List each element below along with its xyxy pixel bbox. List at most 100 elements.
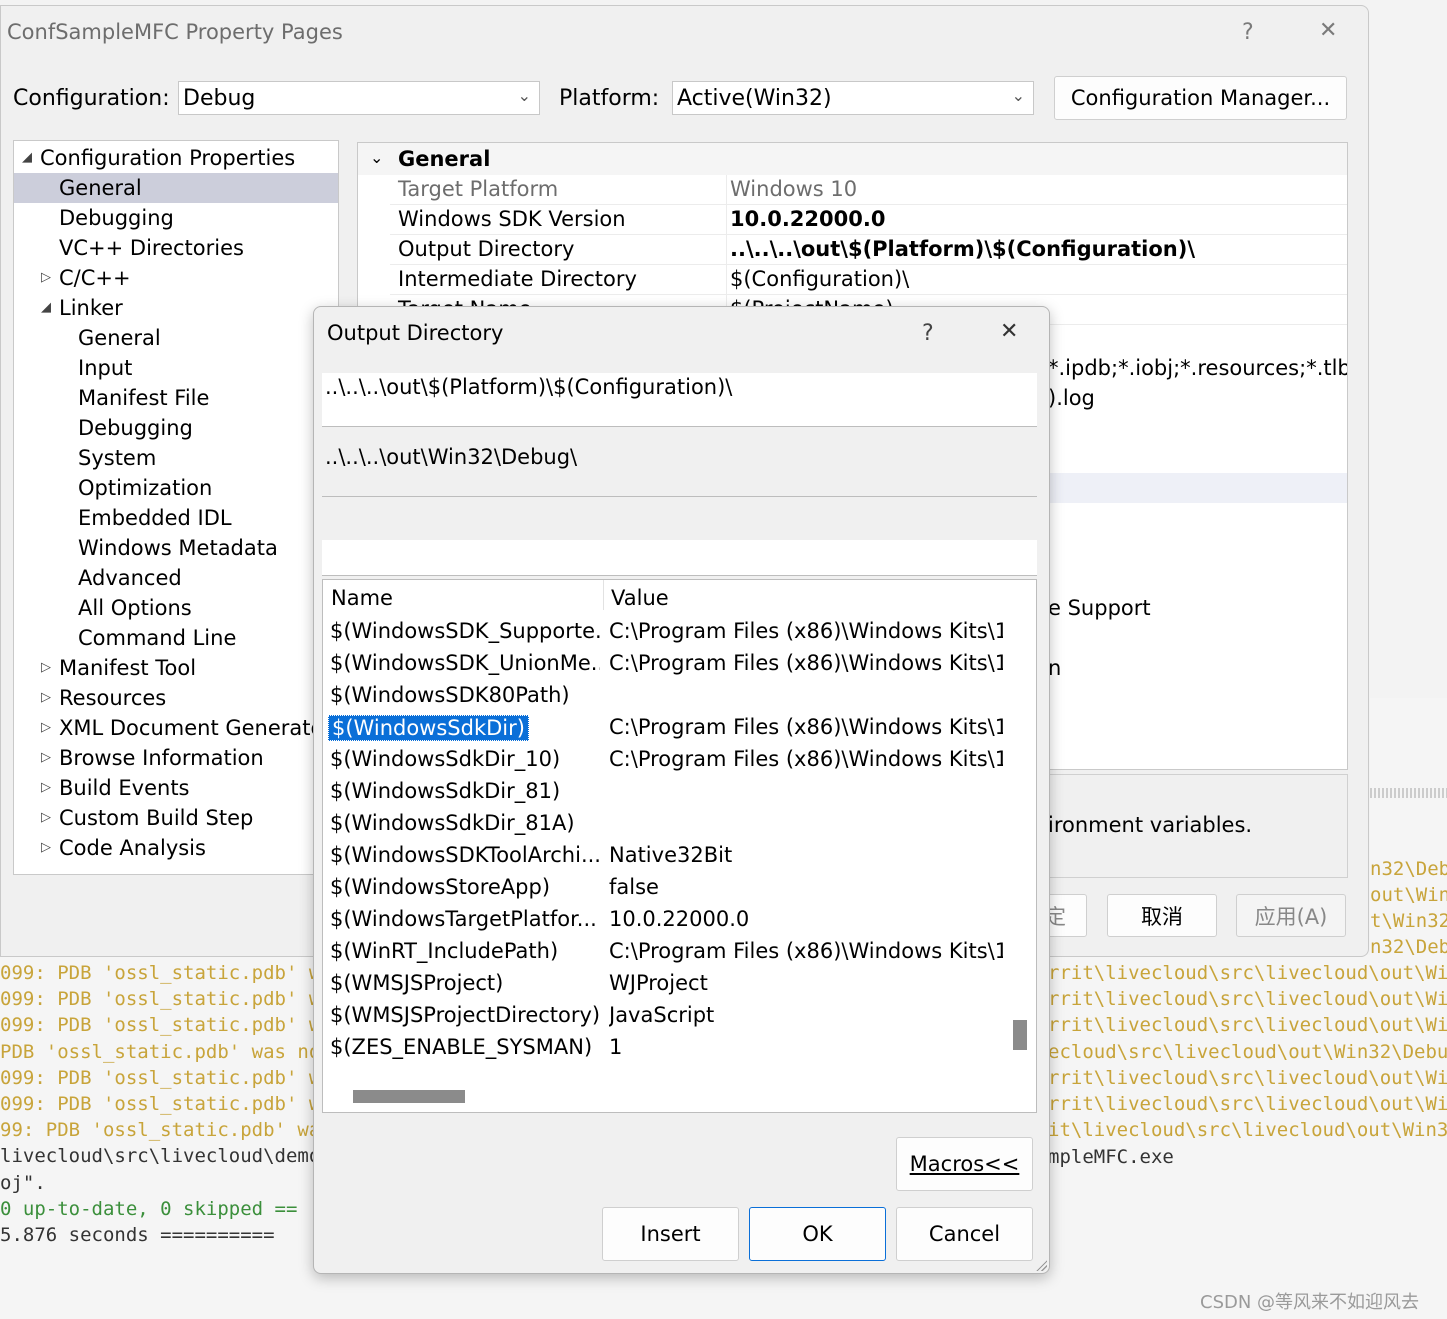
macro-list[interactable]: Name Value $(WindowsSDK_Supporte... C:\Pr… bbox=[322, 579, 1037, 1113]
tree-item-label: Manifest Tool bbox=[59, 656, 197, 680]
tree-item[interactable]: ▷ Resources bbox=[14, 683, 338, 713]
macro-row[interactable]: $(WindowsStoreApp) false bbox=[323, 873, 1003, 905]
tree-item[interactable]: General bbox=[14, 173, 338, 203]
property-tree[interactable]: ◢ Configuration Properties General Debuggin… bbox=[13, 140, 339, 875]
collapsed-arrow-icon[interactable]: ▷ bbox=[41, 653, 51, 683]
property-row[interactable]: Intermediate Directory $(Configuration)\ bbox=[390, 265, 1347, 295]
close-icon[interactable]: ✕ bbox=[1000, 319, 1018, 344]
tree-item[interactable]: ▷ Build Events bbox=[14, 773, 338, 803]
macro-row[interactable]: $(WindowsSdkDir_10) C:\Program Files (x86… bbox=[323, 745, 1003, 777]
property-row[interactable]: Windows SDK Version 10.0.22000.0 bbox=[390, 205, 1347, 235]
macro-row[interactable]: $(WindowsSdkDir_81A) bbox=[323, 809, 1003, 841]
tree-item[interactable]: ▷ Code Analysis bbox=[14, 833, 338, 863]
macro-row[interactable]: $(WMSJSProject) WJProject bbox=[323, 969, 1003, 1001]
output-directory-dialog: Output Directory ? ✕ ..\..\..\out\$(Plat… bbox=[313, 306, 1050, 1274]
cancel-button[interactable]: Cancel bbox=[896, 1207, 1033, 1261]
collapsed-arrow-icon[interactable]: ▷ bbox=[41, 713, 51, 743]
tree-item[interactable]: Windows Metadata bbox=[14, 533, 338, 563]
insert-button[interactable]: Insert bbox=[602, 1207, 739, 1261]
tree-item[interactable]: Optimization bbox=[14, 473, 338, 503]
macro-row[interactable]: $(WMSJSProjectDirectory) JavaScript bbox=[323, 1001, 1003, 1033]
watermark: CSDN @等风来不如迎风去 bbox=[1200, 1292, 1420, 1313]
tree-item[interactable]: Input bbox=[14, 353, 338, 383]
macro-row[interactable]: $(WindowsSDK80Path) bbox=[323, 681, 1003, 713]
grid-section-title: General bbox=[398, 147, 491, 171]
tree-item[interactable]: VC++ Directories bbox=[14, 233, 338, 263]
collapsed-arrow-icon[interactable]: ▷ bbox=[41, 683, 51, 713]
scroll-thumb[interactable] bbox=[353, 1090, 465, 1103]
vertical-scrollbar[interactable] bbox=[1005, 580, 1035, 1112]
cancel-button[interactable]: 取消 bbox=[1107, 894, 1217, 937]
horizontal-scrollbar[interactable] bbox=[323, 1080, 1005, 1112]
macro-row[interactable]: $(ZES_ENABLE_SYSMAN) 1 bbox=[323, 1033, 1003, 1065]
collapsed-arrow-icon[interactable]: ▷ bbox=[41, 803, 51, 833]
expanded-arrow-icon[interactable]: ◢ bbox=[41, 293, 51, 323]
tree-item[interactable]: ▷ Custom Build Step bbox=[14, 803, 338, 833]
macro-row[interactable]: $(WindowsSDK_UnionMe... C:\Program Files … bbox=[323, 649, 1003, 681]
partial-property-value: ).log bbox=[1048, 386, 1095, 410]
configuration-combo[interactable]: Debug ⌄ bbox=[178, 81, 540, 115]
tree-item[interactable]: ▷ XML Document Generato bbox=[14, 713, 338, 743]
ok-button[interactable]: OK bbox=[749, 1207, 886, 1261]
column-header-value[interactable]: Value bbox=[611, 586, 669, 610]
property-name: Windows SDK Version bbox=[398, 207, 626, 231]
log-line: 099: PDB 'ossl_static.pdb' wa bbox=[0, 1014, 332, 1037]
collapsed-arrow-icon[interactable]: ▷ bbox=[41, 263, 51, 293]
tree-item[interactable]: General bbox=[14, 323, 338, 353]
tree-item[interactable]: ◢ Linker bbox=[14, 293, 338, 323]
macro-row[interactable]: $(WindowsSDKToolArchi... Native32Bit bbox=[323, 841, 1003, 873]
macro-name: $(WindowsSdkDir_81A) bbox=[330, 811, 575, 835]
tree-item-label: Build Events bbox=[59, 776, 190, 800]
platform-combo[interactable]: Active(Win32) ⌄ bbox=[672, 81, 1034, 115]
collapsed-arrow-icon[interactable]: ▷ bbox=[41, 833, 51, 863]
macro-row[interactable]: $(WinRT_IncludePath) C:\Program Files (x8… bbox=[323, 937, 1003, 969]
log-line: 099: PDB 'ossl_static.pdb' wa bbox=[0, 1093, 332, 1115]
close-icon[interactable]: ✕ bbox=[1319, 18, 1337, 43]
tree-item-label: Embedded IDL bbox=[78, 506, 232, 530]
property-row[interactable]: Target Platform Windows 10 bbox=[390, 175, 1347, 205]
log-line: PDB 'ossl_static.pdb' was no bbox=[0, 1040, 321, 1063]
tree-item[interactable]: Advanced bbox=[14, 563, 338, 593]
tree-item[interactable]: ▷ Manifest Tool bbox=[14, 653, 338, 683]
log-line: rrit\livecloud\src\livecloud\out\Win3 bbox=[1048, 988, 1447, 1010]
tree-item[interactable]: ▷ Browse Information bbox=[14, 743, 338, 773]
tree-item[interactable]: Manifest File bbox=[14, 383, 338, 413]
configuration-manager-button[interactable]: Configuration Manager... bbox=[1054, 76, 1347, 120]
collapsed-arrow-icon[interactable]: ▷ bbox=[41, 773, 51, 803]
log-line: 099: PDB 'ossl_static.pdb' wa bbox=[0, 988, 332, 1011]
apply-button[interactable]: 应用(A) bbox=[1236, 894, 1346, 937]
collapsed-arrow-icon[interactable]: ▷ bbox=[41, 743, 51, 773]
chevron-down-icon: ⌄ bbox=[370, 148, 384, 167]
tree-item[interactable]: Debugging bbox=[14, 413, 338, 443]
output-directory-edit[interactable]: ..\..\..\out\$(Platform)\$(Configuration… bbox=[322, 373, 1037, 427]
macro-value: WJProject bbox=[609, 971, 708, 995]
macro-name: $(WindowsSdkDir_10) bbox=[330, 747, 561, 771]
resize-grip-icon[interactable] bbox=[1035, 1259, 1047, 1271]
log-line: rrit\livecloud\src\livecloud\out\Win3 bbox=[1048, 1093, 1447, 1115]
column-header-name[interactable]: Name bbox=[331, 586, 393, 610]
macros-toggle-button[interactable]: Macros<< bbox=[896, 1137, 1033, 1191]
help-icon[interactable]: ? bbox=[922, 321, 934, 346]
macro-row[interactable]: $(WindowsSdkDir) C:\Program Files (x86)\W… bbox=[323, 713, 1003, 745]
help-icon[interactable]: ? bbox=[1242, 20, 1254, 45]
expanded-arrow-icon[interactable]: ◢ bbox=[22, 143, 32, 173]
macro-filter-input[interactable] bbox=[322, 540, 1037, 576]
tree-item[interactable]: Embedded IDL bbox=[14, 503, 338, 533]
property-row[interactable]: Output Directory ..\..\..\out\$(Platform)… bbox=[390, 235, 1347, 265]
tree-item[interactable]: Command Line bbox=[14, 623, 338, 653]
macro-row[interactable]: $(WindowsTargetPlatfor... 10.0.22000.0 bbox=[323, 905, 1003, 937]
configuration-value: Debug bbox=[183, 86, 256, 111]
macro-row[interactable]: $(WindowsSdkDir_81) bbox=[323, 777, 1003, 809]
scroll-thumb[interactable] bbox=[1013, 1020, 1027, 1050]
log-line: n32\Debu bbox=[1370, 858, 1447, 880]
tree-item[interactable]: Debugging bbox=[14, 203, 338, 233]
description-text: ironment variables. bbox=[1048, 813, 1253, 837]
grid-section-header[interactable]: ⌄ General bbox=[358, 143, 1347, 175]
tree-item[interactable]: System bbox=[14, 443, 338, 473]
log-line: rrit\livecloud\src\livecloud\out\Win3 bbox=[1048, 1067, 1447, 1089]
tree-item-label: XML Document Generato bbox=[59, 716, 324, 740]
tree-item[interactable]: All Options bbox=[14, 593, 338, 623]
tree-item[interactable]: ◢ Configuration Properties bbox=[14, 143, 338, 173]
macro-row[interactable]: $(WindowsSDK_Supporte... C:\Program Files… bbox=[323, 617, 1003, 649]
tree-item[interactable]: ▷ C/C++ bbox=[14, 263, 338, 293]
